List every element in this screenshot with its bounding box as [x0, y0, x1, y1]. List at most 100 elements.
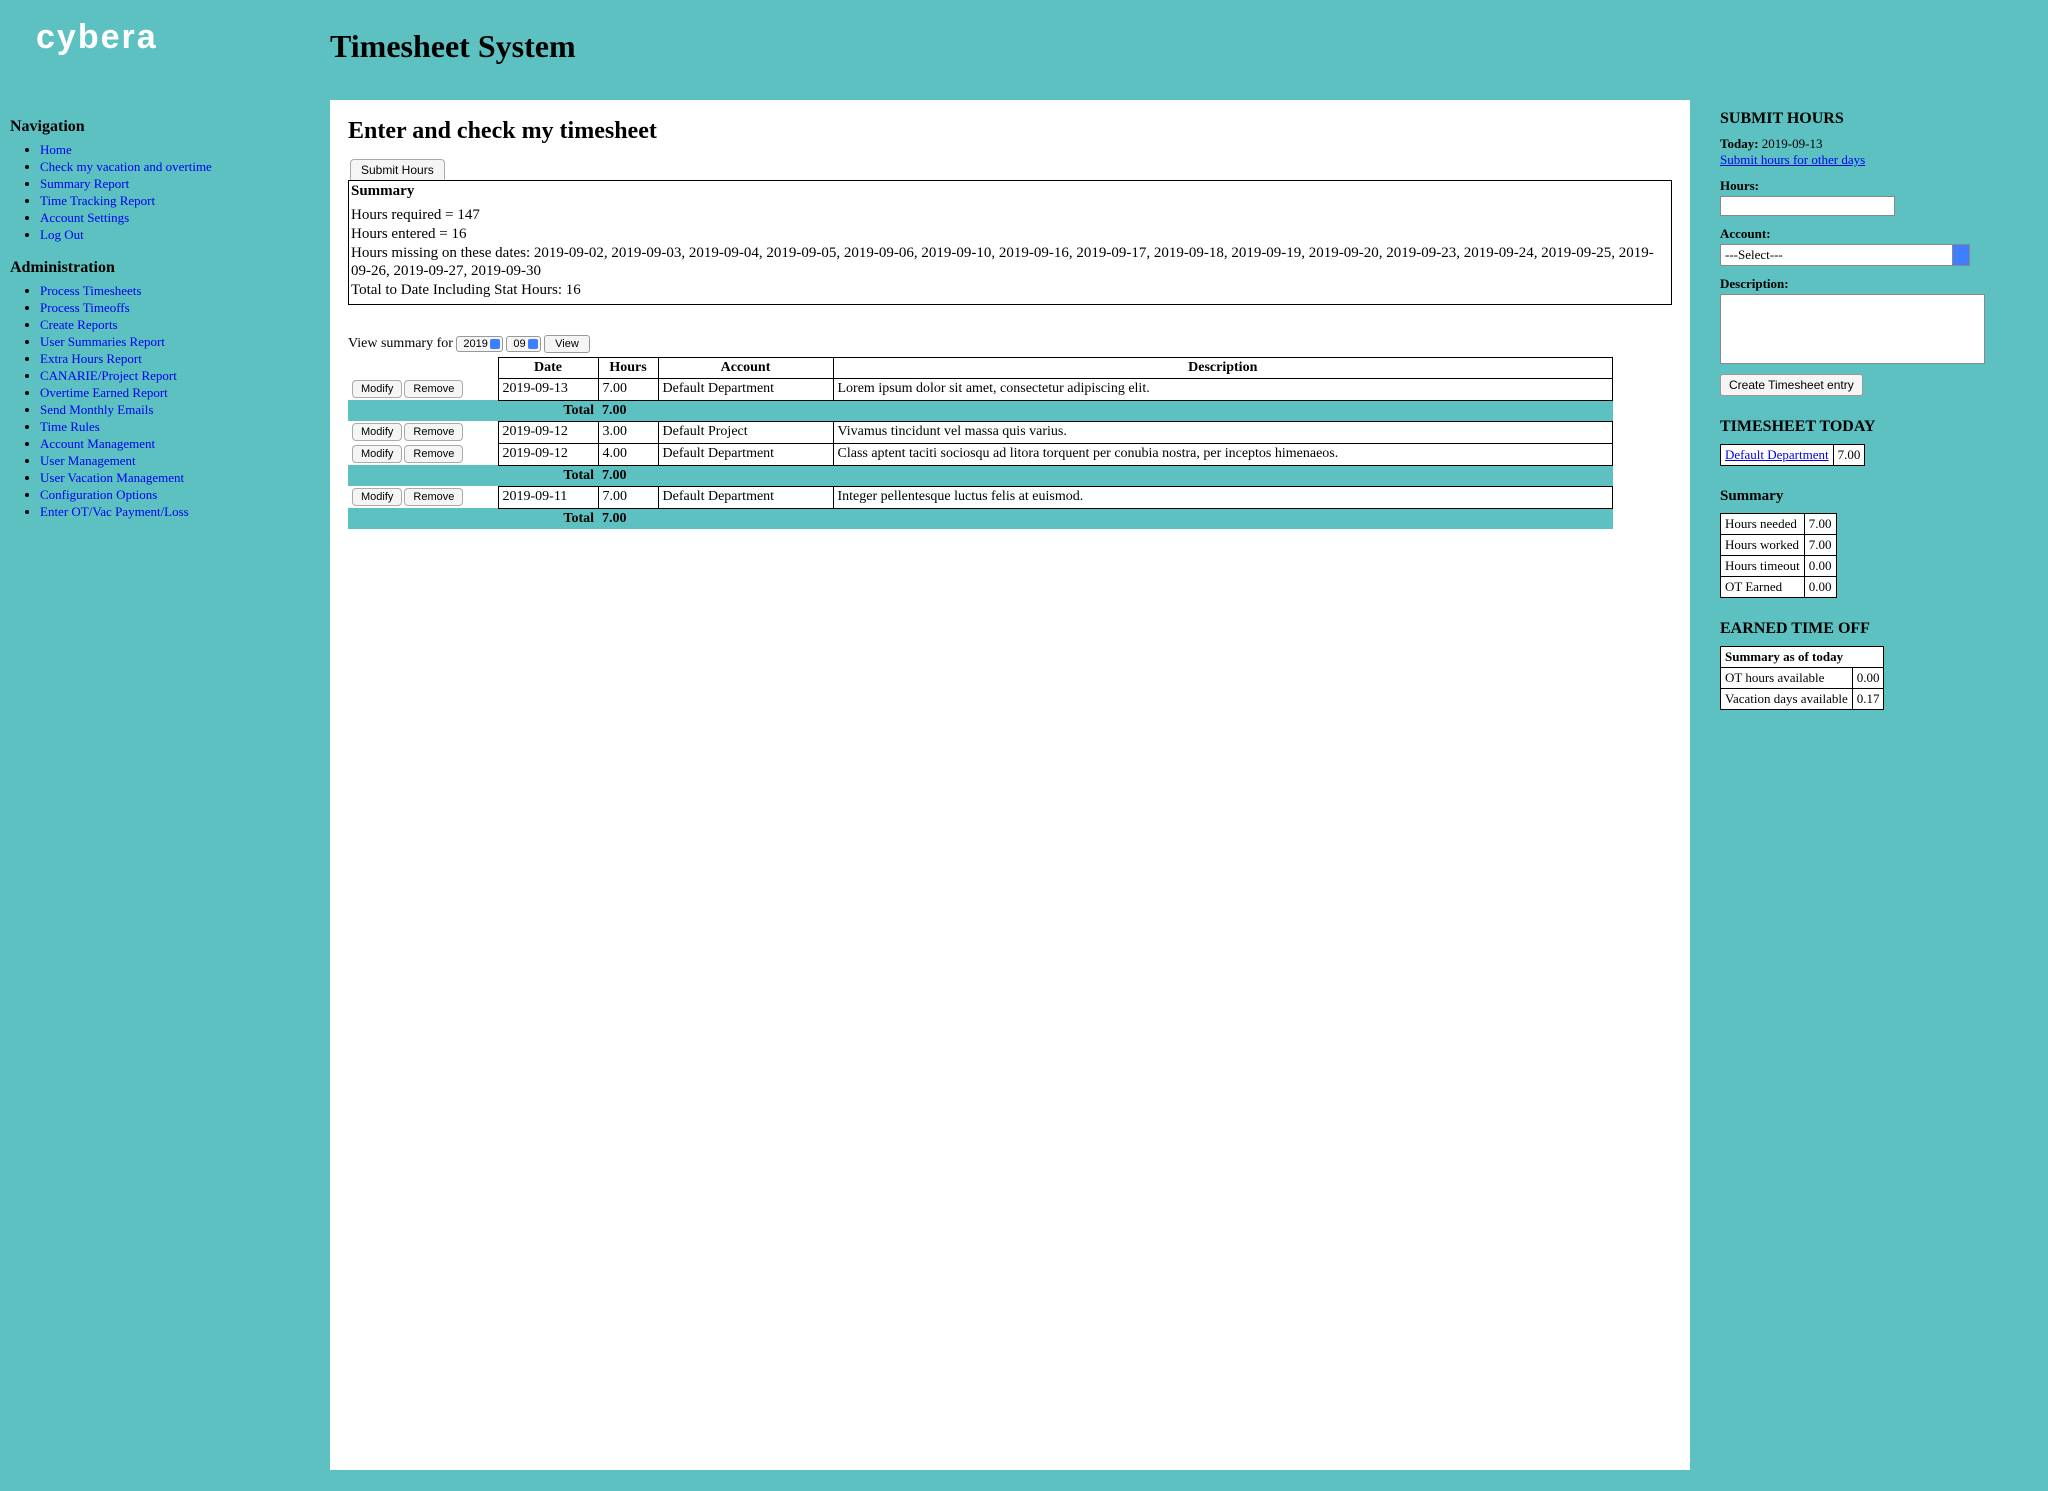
cell-desc: Vivamus tincidunt vel massa quis varius. — [833, 421, 1613, 443]
remove-button[interactable]: Remove — [404, 445, 463, 463]
total-row: Total7.00 — [348, 400, 1613, 421]
admin-item-7[interactable]: Send Monthly Emails — [40, 402, 153, 417]
summary-entered: Hours entered = 16 — [351, 225, 1669, 244]
remove-button[interactable]: Remove — [404, 423, 463, 441]
table-row: ModifyRemove 2019-09-123.00Default Projec… — [348, 421, 1613, 443]
create-entry-button[interactable]: Create Timesheet entry — [1720, 374, 1863, 396]
nav-item-1[interactable]: Check my vacation and overtime — [40, 159, 212, 174]
nav-item-2[interactable]: Summary Report — [40, 176, 129, 191]
admin-item-11[interactable]: User Vacation Management — [40, 470, 184, 485]
cell-date: 2019-09-13 — [498, 378, 598, 400]
cell-hours: 7.00 — [598, 378, 658, 400]
app-title: Timesheet System — [330, 28, 576, 65]
admin-heading: Administration — [10, 259, 310, 277]
main-panel: Enter and check my timesheet Submit Hour… — [330, 100, 1690, 1470]
table-row: ModifyRemove 2019-09-137.00Default Depart… — [348, 378, 1613, 400]
cell-hours: 7.00 — [598, 486, 658, 508]
today-entry-account[interactable]: Default Department — [1725, 447, 1829, 462]
cell-desc: Lorem ipsum dolor sit amet, consectetur … — [833, 378, 1613, 400]
eto-table: Summary as of today OT hours available0.… — [1720, 646, 1884, 710]
modify-button[interactable]: Modify — [352, 445, 402, 463]
summary-title: Summary — [349, 181, 1671, 206]
summary-missing: Hours missing on these dates: 2019-09-02… — [351, 244, 1669, 282]
today-entry-hours: 7.00 — [1833, 445, 1865, 466]
description-textarea[interactable] — [1720, 294, 1985, 364]
page-heading: Enter and check my timesheet — [348, 118, 1672, 145]
account-label: Account: — [1720, 226, 2030, 242]
summary-box: Summary Hours required = 147 Hours enter… — [348, 180, 1672, 305]
remove-button[interactable]: Remove — [404, 488, 463, 506]
cell-desc: Integer pellentesque luctus felis at eui… — [833, 486, 1613, 508]
nav-heading: Navigation — [10, 118, 310, 136]
sidebar: Navigation Home Check my vacation and ove… — [10, 110, 310, 521]
summary-row: OT Earned0.00 — [1721, 577, 1837, 598]
modify-button[interactable]: Modify — [352, 423, 402, 441]
description-label: Description: — [1720, 276, 2030, 292]
summary-row: Hours timeout0.00 — [1721, 556, 1837, 577]
brand-logo: cybera — [36, 18, 158, 57]
nav-item-0[interactable]: Home — [40, 142, 72, 157]
admin-list: Process Timesheets Process Timeoffs Create… — [10, 283, 310, 520]
rc-summary-table: Hours needed7.00Hours worked7.00Hours ti… — [1720, 513, 1837, 598]
nav-item-3[interactable]: Time Tracking Report — [40, 193, 155, 208]
table-row: ModifyRemove 2019-09-117.00Default Depart… — [348, 486, 1613, 508]
timesheet-today-table: Default Department 7.00 — [1720, 444, 1865, 466]
cell-account: Default Department — [658, 486, 833, 508]
total-row: Total7.00 — [348, 465, 1613, 486]
nav-item-4[interactable]: Account Settings — [40, 210, 129, 225]
cell-account: Default Department — [658, 443, 833, 465]
cell-hours: 3.00 — [598, 421, 658, 443]
cell-hours: 4.00 — [598, 443, 658, 465]
admin-item-12[interactable]: Configuration Options — [40, 487, 157, 502]
cell-date: 2019-09-12 — [498, 421, 598, 443]
admin-item-8[interactable]: Time Rules — [40, 419, 100, 434]
summary-total: Total to Date Including Stat Hours: 16 — [351, 281, 1669, 300]
eto-title: Summary as of today — [1721, 647, 1884, 668]
eto-row: Vacation days available0.17 — [1721, 689, 1884, 710]
month-select[interactable]: 09 — [506, 336, 540, 352]
view-summary-label: View summary for — [348, 336, 453, 351]
nav-item-5[interactable]: Log Out — [40, 227, 84, 242]
remove-button[interactable]: Remove — [404, 380, 463, 398]
col-date: Date — [498, 357, 598, 378]
modify-button[interactable]: Modify — [352, 380, 402, 398]
admin-item-10[interactable]: User Management — [40, 453, 136, 468]
cell-desc: Class aptent taciti sociosqu ad litora t… — [833, 443, 1613, 465]
summary-required: Hours required = 147 — [351, 206, 1669, 225]
hours-input[interactable] — [1720, 196, 1895, 216]
cell-date: 2019-09-11 — [498, 486, 598, 508]
admin-item-5[interactable]: CANARIE/Project Report — [40, 368, 177, 383]
nav-list: Home Check my vacation and overtime Summar… — [10, 142, 310, 243]
view-summary-row: View summary for 2019 09 View — [348, 335, 1672, 353]
right-column: SUBMIT HOURS Today: 2019-09-13 Submit ho… — [1720, 110, 2030, 710]
account-select[interactable]: ---Select--- — [1720, 244, 1970, 266]
col-hours: Hours — [598, 357, 658, 378]
tab-submit-hours[interactable]: Submit Hours — [350, 159, 445, 180]
admin-item-3[interactable]: User Summaries Report — [40, 334, 165, 349]
cell-account: Default Project — [658, 421, 833, 443]
summary-row: Hours worked7.00 — [1721, 535, 1837, 556]
col-account: Account — [658, 357, 833, 378]
admin-item-13[interactable]: Enter OT/Vac Payment/Loss — [40, 504, 189, 519]
cell-account: Default Department — [658, 378, 833, 400]
col-description: Description — [833, 357, 1613, 378]
eto-heading: EARNED TIME OFF — [1720, 620, 2030, 638]
admin-item-1[interactable]: Process Timeoffs — [40, 300, 130, 315]
timesheet-today-heading: TIMESHEET TODAY — [1720, 418, 2030, 436]
view-button[interactable]: View — [544, 335, 590, 353]
entries-table: Date Hours Account Description ModifyRem… — [348, 357, 1613, 529]
admin-item-0[interactable]: Process Timesheets — [40, 283, 141, 298]
year-select[interactable]: 2019 — [456, 336, 502, 352]
rc-summary-heading: Summary — [1720, 488, 2030, 505]
total-row: Total7.00 — [348, 508, 1613, 529]
admin-item-9[interactable]: Account Management — [40, 436, 155, 451]
submit-other-days-link[interactable]: Submit hours for other days — [1720, 152, 1865, 167]
admin-item-2[interactable]: Create Reports — [40, 317, 118, 332]
admin-item-6[interactable]: Overtime Earned Report — [40, 385, 168, 400]
modify-button[interactable]: Modify — [352, 488, 402, 506]
admin-item-4[interactable]: Extra Hours Report — [40, 351, 142, 366]
cell-date: 2019-09-12 — [498, 443, 598, 465]
today-value: 2019-09-13 — [1762, 136, 1823, 151]
hours-label: Hours: — [1720, 178, 2030, 194]
summary-row: Hours needed7.00 — [1721, 514, 1837, 535]
